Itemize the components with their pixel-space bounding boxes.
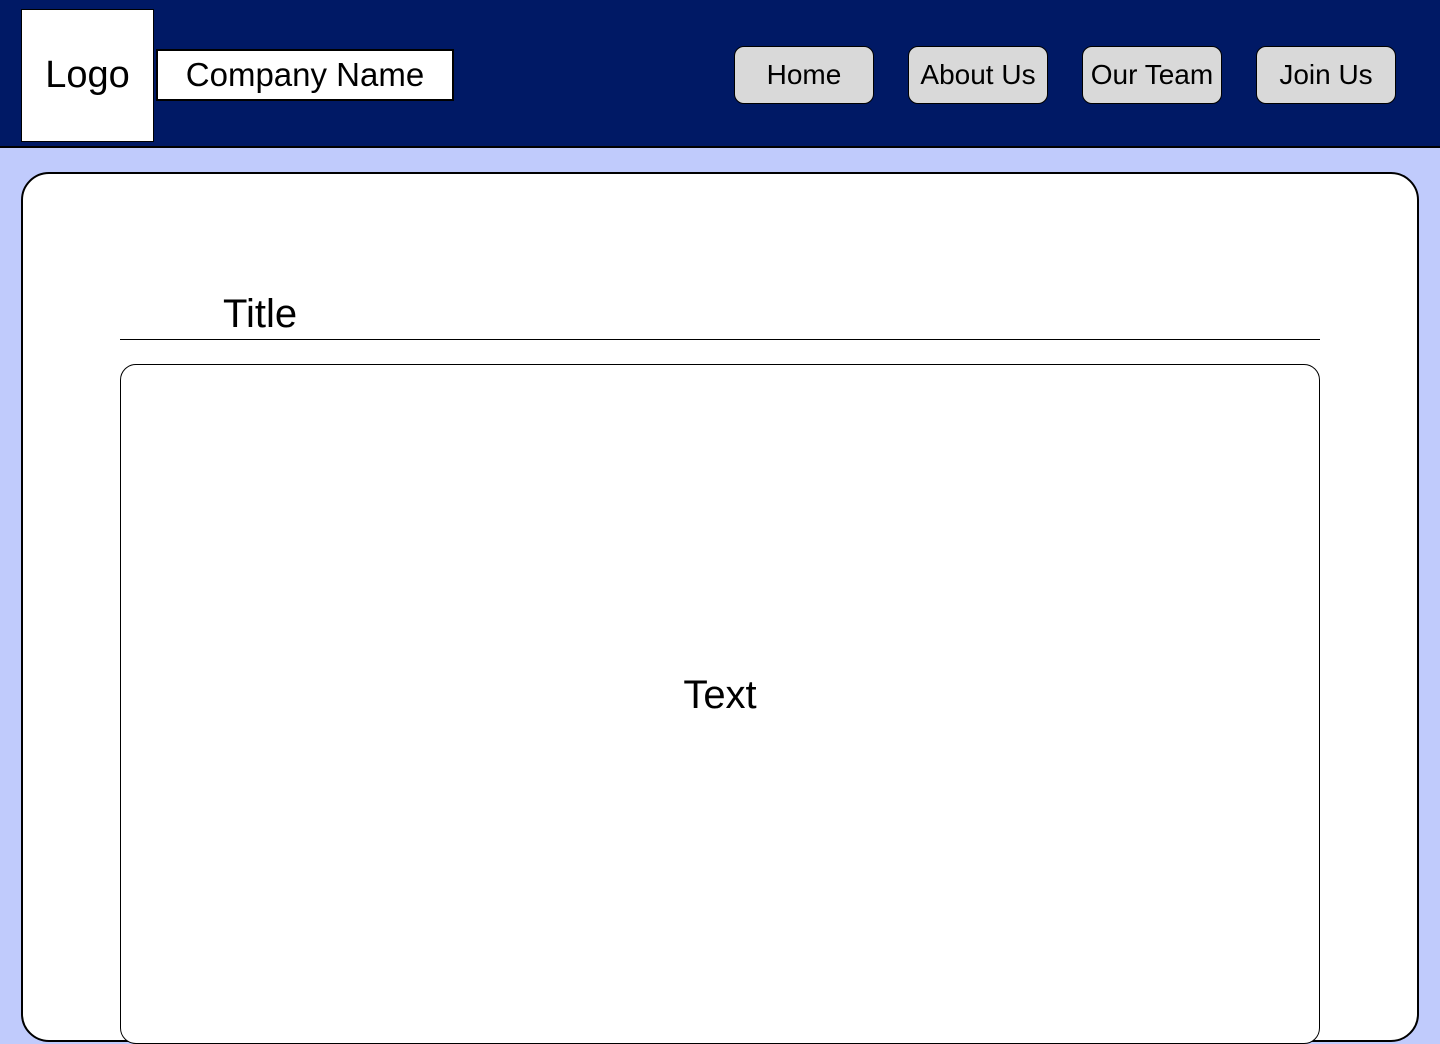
nav-home-button[interactable]: Home — [734, 46, 874, 104]
title-divider — [120, 339, 1320, 340]
nav-our-team-button[interactable]: Our Team — [1082, 46, 1222, 104]
logo[interactable]: Logo — [21, 9, 154, 142]
content-box: Text — [120, 364, 1320, 1044]
site-header: Logo Company Name Home About Us Our Team… — [0, 0, 1440, 148]
nav-about-us-button[interactable]: About Us — [908, 46, 1048, 104]
nav-join-us-button[interactable]: Join Us — [1256, 46, 1396, 104]
company-name: Company Name — [156, 49, 454, 101]
page-title: Title — [223, 292, 298, 336]
content-text: Text — [683, 673, 757, 717]
